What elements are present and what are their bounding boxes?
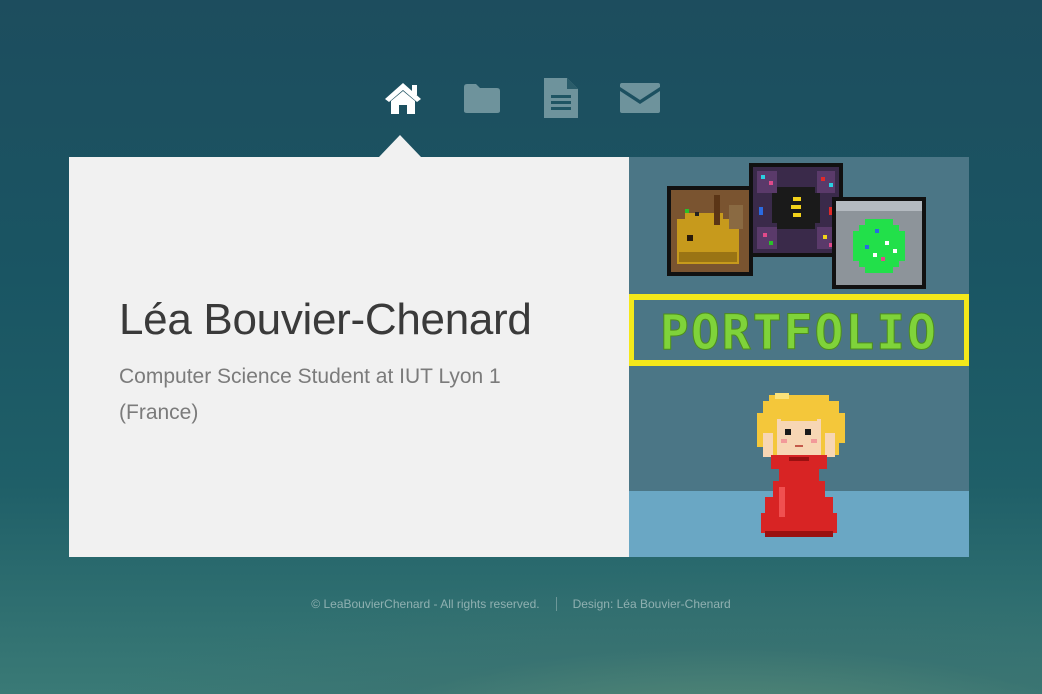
footer-divider bbox=[555, 597, 557, 611]
nav-resume[interactable] bbox=[540, 76, 581, 120]
footer: © LeaBouvierChenard - All rights reserve… bbox=[0, 597, 1042, 611]
home-icon bbox=[384, 81, 422, 115]
nav-projects[interactable] bbox=[461, 76, 502, 120]
intro-card: Léa Bouvier-Chenard Computer Science Stu… bbox=[69, 157, 969, 557]
project-thumbnail-3 bbox=[832, 197, 926, 289]
envelope-icon bbox=[619, 82, 661, 114]
nav-contact[interactable] bbox=[619, 76, 660, 120]
page-subtitle: Computer Science Student at IUT Lyon 1 (… bbox=[119, 365, 501, 424]
folder-icon bbox=[463, 82, 501, 114]
page-title: Léa Bouvier-Chenard bbox=[119, 295, 532, 344]
project-thumbnail-1 bbox=[667, 186, 753, 276]
intro-text-panel: Léa Bouvier-Chenard Computer Science Stu… bbox=[69, 157, 629, 557]
main-nav bbox=[0, 76, 1042, 126]
portfolio-banner: PORTFOLIO bbox=[629, 294, 969, 367]
portfolio-banner-text: PORTFOLIO bbox=[660, 305, 938, 361]
portfolio-artwork: PORTFOLIO bbox=[629, 157, 969, 557]
nav-pointer bbox=[379, 135, 421, 157]
copyright-text: © LeaBouvierChenard - All rights reserve… bbox=[311, 597, 540, 611]
document-icon bbox=[543, 77, 579, 119]
nav-home[interactable] bbox=[382, 76, 423, 120]
design-credit: Design: Léa Bouvier-Chenard bbox=[572, 597, 731, 611]
project-thumbnail-2 bbox=[749, 163, 843, 257]
